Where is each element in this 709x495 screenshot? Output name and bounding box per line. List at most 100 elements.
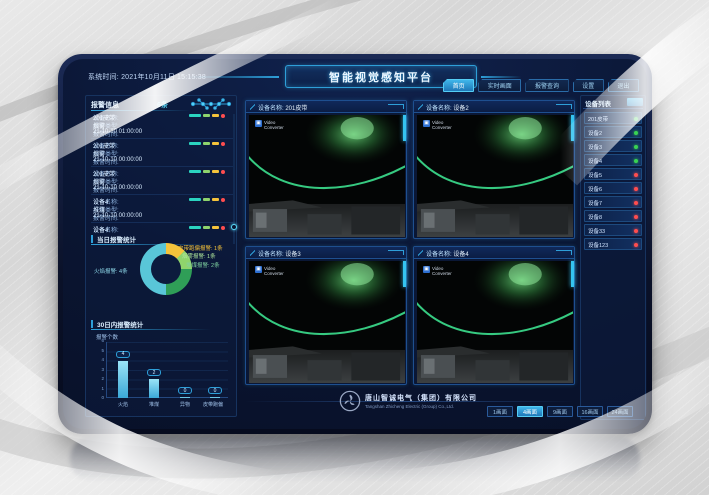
view-1-button[interactable]: 1画面 [487, 406, 513, 417]
company-name-cn: 唐山智诚电气（集团）有限公司 [365, 393, 477, 403]
video-feed[interactable]: ▣ VideoConverter [417, 115, 573, 237]
company-logo-icon [339, 390, 361, 412]
device-list-title: 设备列表 [585, 98, 611, 108]
device-list-item[interactable]: 设备33 [584, 224, 642, 236]
video-scene [249, 115, 405, 237]
nav-exit-button[interactable]: 退出 [608, 79, 639, 92]
nav-settings-button[interactable]: 设置 [573, 79, 604, 92]
alarm-severity-indicator [189, 198, 231, 201]
video-watermark: ▣ VideoConverter [423, 266, 452, 276]
bar-foreign-object [180, 397, 190, 398]
monthly-stats-header: 30日内报警统计 [91, 319, 233, 330]
device-list-item[interactable]: 设备5 [584, 168, 642, 180]
video-accent-bar [403, 261, 406, 287]
monitor-reflection [70, 436, 640, 482]
video-feed[interactable]: ▣ VideoConverter [249, 261, 405, 383]
video-name-label: 设备名称: [426, 252, 452, 258]
header-corner-decoration [388, 104, 404, 109]
device-list-item[interactable]: 设备7 [584, 196, 642, 208]
nav-home-button[interactable]: 首页 [443, 79, 474, 92]
device-status-dot [634, 117, 638, 121]
video-watermark: ▣ VideoConverter [423, 120, 452, 130]
video-feed[interactable]: ▣ VideoConverter [249, 115, 405, 237]
alarm-panel: 报警信息 6条 设备名称: 201皮带 报警类型: 烟雾 报警时间: 21-10… [85, 95, 237, 417]
alarm-count-badge: 6条 [157, 100, 168, 110]
header-corner-decoration [556, 104, 572, 109]
alarm-list-item[interactable]: 设备名称: 设备4 报警类型: 堆煤 报警时间: 21-10-10 00:00:… [91, 196, 233, 223]
view-4-button[interactable]: 4画面 [517, 406, 543, 417]
device-list-item[interactable]: 设备4 [584, 154, 642, 166]
device-status-dot [634, 173, 638, 177]
alarm-list-item[interactable]: 设备名称: 201皮带 报警类型: 烟雾 报警时间: 21-10-10 00:0… [91, 168, 233, 195]
device-status-dot [634, 187, 638, 191]
alarm-time-value: 21-10-10 01:00:00 [93, 129, 142, 135]
device-list-item[interactable]: 设备8 [584, 210, 642, 222]
bar-value-badge: 0 [208, 387, 222, 394]
nav-alarm-query-button[interactable]: 报警查询 [525, 79, 568, 92]
video-device-name: 设备3 [285, 252, 300, 258]
video-panel-header: 设备名称: 设备2 [414, 101, 574, 113]
device-list-item[interactable]: 设备2 [584, 126, 642, 138]
video-accent-bar [571, 115, 574, 141]
device-name: 设备5 [588, 171, 602, 179]
device-status-dot [634, 201, 638, 205]
video-grid: 设备名称: 201皮带 [245, 100, 575, 385]
view-9-button[interactable]: 9画面 [547, 406, 573, 417]
alarm-list-scroll-knob[interactable] [231, 224, 237, 230]
alarm-time-value: 21-10-10 00:00:00 [93, 185, 142, 191]
view-24-button[interactable]: 24画面 [607, 406, 633, 417]
device-status-dot [634, 159, 638, 163]
video-scene [417, 261, 573, 383]
header-corner-decoration [388, 250, 404, 255]
device-list-tab[interactable] [627, 98, 643, 106]
alarm-list-item[interactable]: 设备名称: 201皮带 报警类型: 烟雾 报警时间: 21-10-10 00:0… [91, 140, 233, 167]
device-name: 201皮带 [588, 115, 608, 123]
today-donut-hole [151, 254, 181, 284]
bar-coal-pile [149, 379, 159, 398]
video-panel[interactable]: 设备名称: 设备2 [413, 100, 575, 239]
monthly-stats-title: 30日内报警统计 [97, 319, 143, 329]
view-16-button[interactable]: 16画面 [577, 406, 603, 417]
converter-logo-icon: ▣ [255, 120, 262, 127]
alarm-panel-title: 报警信息 [91, 100, 119, 110]
converter-logo-icon: ▣ [255, 266, 262, 273]
video-device-name: 201皮带 [285, 106, 307, 112]
device-name: 设备6 [588, 185, 602, 193]
header-corner-decoration [556, 250, 572, 255]
company-branding: 唐山智诚电气（集团）有限公司 Tangshan Zhicheng Electri… [339, 390, 477, 412]
device-name: 设备3 [588, 143, 602, 151]
alarm-time-value: 21-10-10 00:00:00 [93, 157, 142, 163]
video-panel[interactable]: 设备名称: 设备3 [245, 246, 407, 385]
monitor-frame: 系统时间: 2021年10月11日 15:15:38 智能视觉感知平台 首页 实… [58, 54, 652, 434]
video-accent-bar [403, 115, 406, 141]
alarm-list-item[interactable]: 设备名称: 201皮带 报警类型: 烟雾 报警时间: 21-10-10 01:0… [91, 112, 233, 139]
video-panel[interactable]: 设备名称: 201皮带 [245, 100, 407, 239]
legend-smoke: 烟雾报警: 1条 [182, 252, 216, 260]
alarm-panel-header: 报警信息 6条 [91, 99, 233, 111]
video-name-label: 设备名称: [258, 252, 284, 258]
watermark-line2: Converter [432, 125, 452, 130]
header-line-right [481, 76, 521, 78]
bar-xlabel: 堆煤 [137, 401, 171, 408]
device-status-dot [634, 215, 638, 219]
device-status-dot [634, 145, 638, 149]
bar-deviation [210, 397, 220, 398]
video-feed[interactable]: ▣ VideoConverter [417, 261, 573, 383]
device-list-item[interactable]: 201皮带 [584, 112, 642, 124]
alarm-header-underline [91, 110, 191, 111]
bar-value-badge: 4 [116, 351, 130, 358]
video-panel[interactable]: 设备名称: 设备4 [413, 246, 575, 385]
bar-xlabel: 皮带跑偏 [196, 401, 230, 408]
nav-live-view-button[interactable]: 实时画面 [478, 79, 521, 92]
device-name: 设备8 [588, 213, 602, 221]
device-list-item[interactable]: 设备123 [584, 238, 642, 250]
video-panel-header: 设备名称: 设备4 [414, 247, 574, 259]
video-name-label: 设备名称: [426, 106, 452, 112]
device-list-item[interactable]: 设备6 [584, 182, 642, 194]
top-nav: 首页 实时画面 报警查询 设置 退出 [443, 79, 639, 92]
device-status-dot [634, 131, 638, 135]
watermark-line2: Converter [264, 125, 284, 130]
device-list-item[interactable]: 设备3 [584, 140, 642, 152]
alarm-list-item[interactable]: 设备名称: 设备4 [91, 224, 233, 234]
device-list-panel: 设备列表 201皮带 设备2 设备3 设备4 设备5 设备6 设备7 设备8 设… [580, 95, 646, 420]
